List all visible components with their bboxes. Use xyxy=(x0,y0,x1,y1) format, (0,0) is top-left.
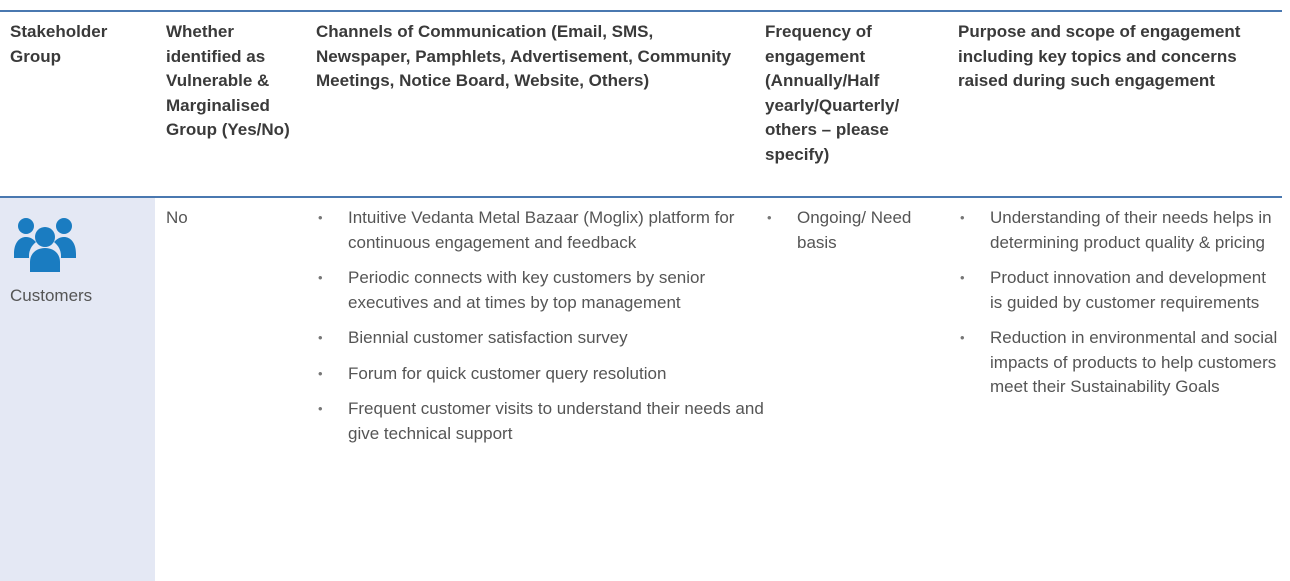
header-channels: Channels of Communication (Email, SMS, N… xyxy=(316,22,732,90)
table-row: Customers No Intuitive Vedanta Metal Baz… xyxy=(0,198,1282,581)
header-purpose: Purpose and scope of engagement includin… xyxy=(958,22,1241,90)
purpose-list: Understanding of their needs helps in de… xyxy=(958,206,1280,411)
stakeholder-group-label: Customers xyxy=(10,286,93,305)
list-item: Intuitive Vedanta Metal Bazaar (Moglix) … xyxy=(316,206,766,255)
list-item: Product innovation and development is gu… xyxy=(958,266,1280,315)
list-item: Ongoing/ Need basis xyxy=(765,206,955,255)
people-group-icon xyxy=(14,218,76,272)
vulnerable-value: No xyxy=(166,208,188,227)
list-item: Understanding of their needs helps in de… xyxy=(958,206,1280,255)
list-item: Biennial customer satisfaction survey xyxy=(316,326,766,351)
stakeholder-engagement-table: Stakeholder Group Whether identified as … xyxy=(0,10,1282,581)
list-item: Forum for quick customer query resolutio… xyxy=(316,362,766,387)
list-item: Frequent customer visits to understand t… xyxy=(316,397,766,446)
header-frequency: Frequency of engagement (Annually/Half y… xyxy=(765,22,900,164)
header-vulnerable: Whether identified as Vulnerable & Margi… xyxy=(166,22,290,139)
list-item: Reduction in environmental and social im… xyxy=(958,326,1280,400)
header-stakeholder-group: Stakeholder Group xyxy=(10,22,108,66)
table-header-row: Stakeholder Group Whether identified as … xyxy=(0,12,1282,198)
stakeholder-group-cell: Customers xyxy=(0,198,155,581)
list-item: Periodic connects with key customers by … xyxy=(316,266,766,315)
frequency-list: Ongoing/ Need basis xyxy=(765,206,955,266)
channels-list: Intuitive Vedanta Metal Bazaar (Moglix) … xyxy=(316,206,766,457)
